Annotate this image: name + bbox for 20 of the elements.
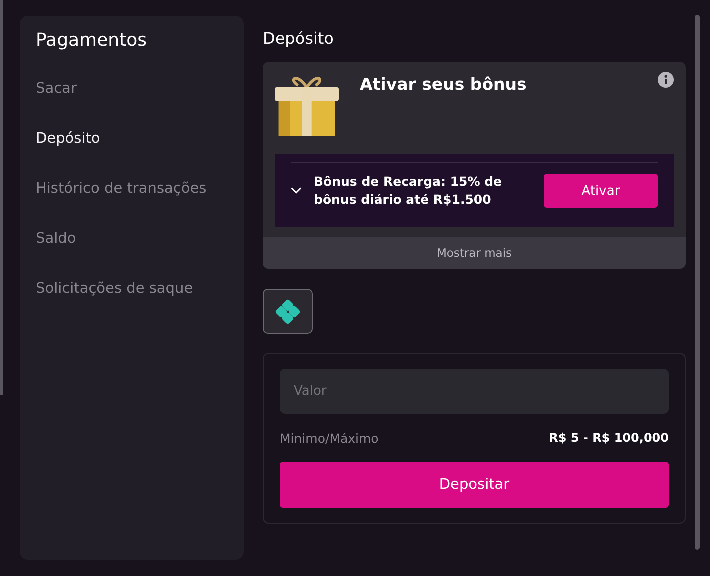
limit-value: R$ 5 - R$ 100,000 bbox=[549, 431, 669, 446]
sidebar-item[interactable]: Sacar bbox=[36, 81, 228, 97]
chevron-icon[interactable] bbox=[291, 187, 302, 196]
payment-method-button[interactable] bbox=[263, 289, 313, 334]
sidebar-item[interactable]: Saldo bbox=[36, 231, 228, 247]
limit-label: Minimo/Máximo bbox=[280, 431, 379, 446]
sidebar-item[interactable]: Depósito bbox=[36, 131, 228, 147]
info-icon[interactable] bbox=[658, 72, 674, 88]
bonus-offer-text: Bônus de Recarga: 15% de bônus diário até R$1.500 bbox=[314, 173, 504, 210]
scrollbar-thumb[interactable] bbox=[695, 15, 700, 550]
sidebar-title: Pagamentos bbox=[36, 30, 148, 51]
show-more-button[interactable]: Mostrar mais bbox=[263, 237, 686, 269]
deposit-button[interactable]: Depositar bbox=[280, 462, 669, 508]
bonus-title: Ativar seus bônus bbox=[360, 75, 528, 94]
sidebar-item[interactable]: Solicitações de saque bbox=[36, 281, 228, 297]
sidebar-item[interactable]: Histórico de transações bbox=[36, 181, 228, 197]
section-title: Depósito bbox=[263, 29, 335, 48]
activate-button[interactable]: Ativar bbox=[544, 174, 658, 208]
amount-input[interactable]: Valor bbox=[280, 369, 669, 414]
diamond-logo-icon bbox=[275, 298, 301, 324]
